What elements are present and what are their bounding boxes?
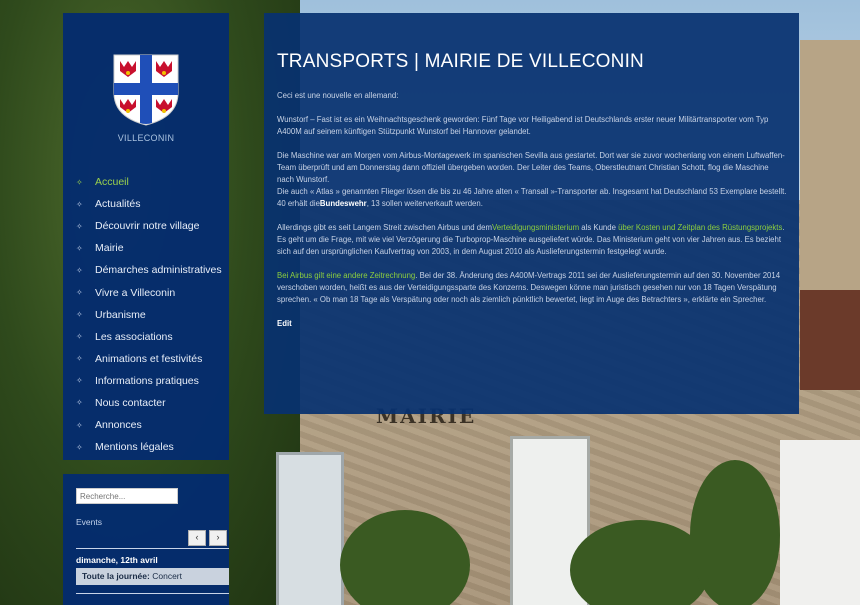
event-item[interactable]: Toute la journée: Concert [76,568,229,585]
bullet-icon: ✧ [76,398,83,408]
events-title: Events [76,517,102,527]
bush [690,460,780,605]
menu-item-vivre[interactable]: ✧ Vivre a Villeconin [63,281,229,303]
menu-item-label: Informations pratiques [95,374,199,387]
edit-row: Edit [277,318,787,330]
bullet-icon: ✧ [76,265,83,275]
bullet-icon: ✧ [76,199,83,209]
article-text: Die Maschine war am Morgen vom Airbus-Mo… [277,151,785,184]
menu-item-label: Démarches administratives [95,264,222,277]
event-name: Concert [152,571,182,581]
menu-item-label: Mairie [95,242,124,255]
menu-item-label: Nous contacter [95,396,166,409]
bullet-icon: ✧ [76,221,83,231]
next-month-button[interactable]: › [209,530,227,546]
link-kosten[interactable]: über Kosten und Zeitplan des Rüstungspro… [618,223,782,232]
bullet-icon: ✧ [76,288,83,298]
shutter-door [276,452,344,605]
menu-item-informations[interactable]: ✧ Informations pratiques [63,370,229,392]
prev-month-button[interactable]: ‹ [188,530,206,546]
bullet-icon: ✧ [76,376,83,386]
article-paragraph: Wunstorf – Fast ist es ein Weihnachtsges… [277,115,769,136]
article-body: Ceci est une nouvelle en allemand: Wunst… [277,90,787,342]
menu-item-demarches[interactable]: ✧ Démarches administratives [63,259,229,281]
menu-item-label: Animations et festivités [95,352,203,365]
menu-item-animations[interactable]: ✧ Animations et festivités [63,348,229,370]
coat-of-arms-icon [113,54,179,126]
menu-item-label: Actualités [95,198,141,211]
menu-item-associations[interactable]: ✧ Les associations [63,326,229,348]
article-text: als Kunde [579,223,619,232]
event-date: dimanche, 12th avril [76,555,158,565]
bullet-icon: ✧ [76,332,83,342]
edit-link[interactable]: Edit [277,319,292,328]
menu-item-accueil[interactable]: ✧ Accueil [63,171,229,193]
bullet-icon: ✧ [76,310,83,320]
bullet-icon: ✧ [76,177,83,187]
menu-item-label: Annonces [95,419,142,432]
menu-item-mairie[interactable]: ✧ Mairie [63,237,229,259]
menu-item-urbanisme[interactable]: ✧ Urbanisme [63,304,229,326]
link-ministerium[interactable]: Verteidigungsministerium [492,223,579,232]
link-zeitrechnung[interactable]: Bei Airbus gilt eine andere Zeitrechnung [277,271,415,280]
event-time: Toute la journée: [82,571,150,581]
menu-item-decouvrir[interactable]: ✧ Découvrir notre village [63,215,229,237]
site-logo[interactable]: VILLECONIN [63,53,229,143]
sidebar: VILLECONIN ✧ Accueil ✧ Actualités ✧ Découvr… [63,13,229,460]
main-menu: ✧ Accueil ✧ Actualités ✧ Découvrir notre vi… [63,171,229,458]
menu-item-annonces[interactable]: ✧ Annonces [63,414,229,436]
article-paragraph: Bei Airbus gilt eine andere Zeitrechnung… [277,270,787,306]
divider [76,548,229,549]
shutter-door [780,440,860,605]
search-input[interactable] [76,488,178,504]
menu-item-actualites[interactable]: ✧ Actualités [63,193,229,215]
menu-item-mentions[interactable]: ✧ Mentions légales [63,436,229,458]
bold-term: Bundeswehr [319,199,367,208]
roof [800,290,860,390]
site-name: VILLECONIN [117,133,175,143]
menu-item-label: Découvrir notre village [95,220,200,233]
divider [76,593,229,594]
article-paragraph: Die Maschine war am Morgen vom Airbus-Mo… [277,150,787,210]
menu-item-label: Vivre a Villeconin [95,286,176,299]
bullet-icon: ✧ [76,354,83,364]
bullet-icon: ✧ [76,420,83,430]
menu-item-label: Urbanisme [95,308,146,321]
menu-item-label: Accueil [95,176,129,189]
events-widget: Events ‹ › dimanche, 12th avril Toute la… [63,474,229,605]
article-text: , 13 sollen weiterverkauft werden. [366,199,483,208]
menu-item-contact[interactable]: ✧ Nous contacter [63,392,229,414]
article-paragraph: Allerdings gibt es seit Langem Streit zw… [277,222,787,258]
article-panel: TRANSPORTS | MAIRIE DE VILLECONIN Ceci e… [264,13,799,414]
building-tower [800,40,860,300]
menu-item-label: Les associations [95,330,173,343]
menu-item-label: Mentions légales [95,441,174,454]
page-title: TRANSPORTS | MAIRIE DE VILLECONIN [277,51,644,72]
article-paragraph: Ceci est une nouvelle en allemand: [277,91,399,100]
bullet-icon: ✧ [76,442,83,452]
article-text: Allerdings gibt es seit Langem Streit zw… [277,223,492,232]
bullet-icon: ✧ [76,243,83,253]
